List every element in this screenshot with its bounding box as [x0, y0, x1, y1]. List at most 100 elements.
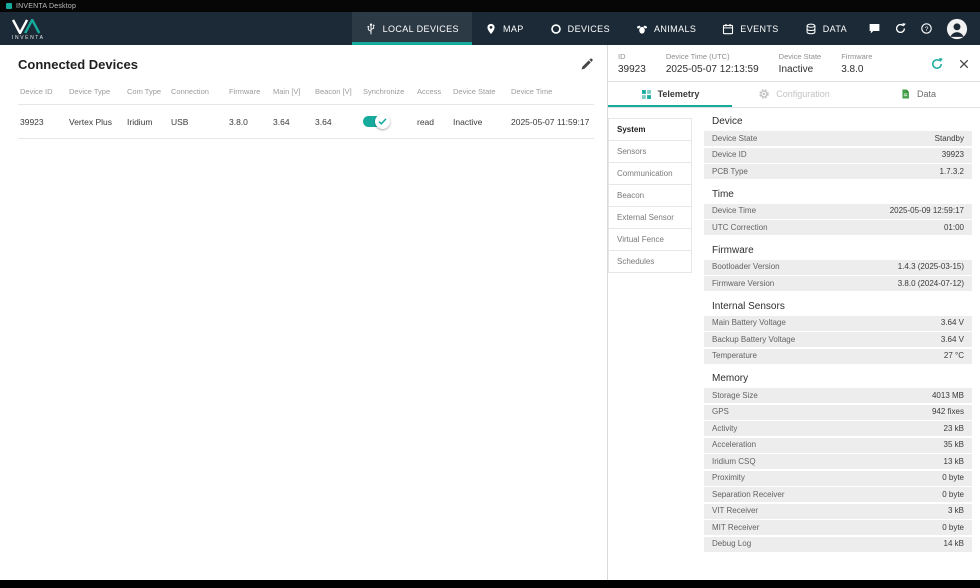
col-device-type: Device Type	[67, 78, 125, 105]
field-value: 1.4.3 (2025-03-15)	[897, 262, 964, 271]
nav-label: ANIMALS	[653, 23, 697, 34]
field-label: Storage Size	[712, 390, 758, 400]
field-value: 14 kB	[943, 539, 964, 548]
col-device-id: Device ID	[18, 78, 67, 105]
col-device-time: Device Time	[509, 78, 594, 105]
sync-button[interactable]	[894, 22, 907, 35]
section-title: Device	[712, 116, 743, 127]
detail-actions	[930, 52, 970, 71]
col-access: Access	[415, 78, 451, 105]
field-label: Bootloader Version	[712, 262, 780, 271]
tab-data[interactable]: Data	[856, 82, 980, 107]
close-icon	[959, 59, 969, 69]
synchronize-toggle[interactable]	[363, 114, 390, 130]
field-row: Iridium CSQ 13 kB	[704, 454, 972, 469]
field-value: 39923	[941, 150, 964, 159]
field-value: 0 byte	[942, 473, 964, 482]
cell-firmware: 3.8.0	[227, 104, 271, 140]
field-id: ID 39923	[618, 52, 646, 75]
field-label: Device Time	[712, 206, 757, 215]
field-label: ID	[618, 52, 626, 61]
field-value: 35 kB	[943, 440, 964, 449]
tab-telemetry[interactable]: Telemetry	[608, 82, 732, 107]
subnav-item-beacon[interactable]: Beacon	[608, 184, 692, 207]
field-device-state: Device State Inactive	[779, 52, 822, 75]
grid-icon	[641, 89, 651, 99]
field-row: Activity 23 kB	[704, 421, 972, 436]
nav-item-data[interactable]: DATA	[792, 12, 860, 45]
field-value: 0 byte	[942, 522, 964, 532]
field-row: Temperature 27 °C	[704, 348, 972, 364]
help-button[interactable]: ?	[920, 22, 933, 35]
subnav-item-schedules[interactable]: Schedules	[608, 250, 692, 273]
field-value: 3 kB	[947, 506, 964, 515]
col-connection: Connection	[169, 78, 227, 105]
field-value: 39923	[618, 64, 646, 75]
field-row: Device State Standby	[704, 131, 972, 146]
cell-access: read	[415, 104, 451, 140]
field-label: GPS	[712, 407, 729, 416]
field-row: Acceleration 35 kB	[704, 437, 972, 453]
refresh-button[interactable]	[930, 57, 944, 71]
nav-item-local-devices[interactable]: LOCAL DEVICES	[351, 12, 472, 45]
device-detail-panel: ID 39923 Device Time (UTC) 2025-05-07 12…	[608, 45, 980, 580]
cell-main-v: 3.64	[271, 104, 313, 140]
field-label: PCB Type	[712, 166, 748, 176]
nav-item-map[interactable]: MAP	[472, 12, 537, 45]
section-device: Device Device State Standby Device ID 39…	[704, 108, 972, 179]
field-value: 13 kB	[943, 456, 964, 466]
brand-logo[interactable]: INVENTA	[0, 12, 57, 45]
field-value: 01:00	[943, 222, 964, 232]
section-firmware: Firmware Bootloader Version 1.4.3 (2025-…	[704, 237, 972, 291]
field-firmware: Firmware 3.8.0	[841, 52, 872, 75]
field-label: Device State	[778, 52, 822, 61]
app-window: INVENTA Desktop INVENTA LOCAL DEVICES MA…	[0, 0, 980, 588]
field-label: Activity	[712, 423, 738, 433]
field-label: Iridium CSQ	[712, 456, 756, 466]
field-value: 0 byte	[942, 489, 964, 499]
close-button[interactable]	[958, 58, 970, 70]
window-title: INVENTA Desktop	[16, 2, 77, 10]
nav-item-events[interactable]: EVENTS	[709, 12, 791, 45]
device-row[interactable]: 39923 Vertex Plus Iridium USB 3.8.0 3.64…	[18, 104, 594, 140]
field-row: GPS 942 fixes	[704, 404, 972, 420]
field-label: Main Battery Voltage	[712, 318, 786, 327]
brand-name: INVENTA	[12, 34, 45, 41]
field-row: Device Time 2025-05-09 12:59:17	[704, 203, 972, 219]
user-avatar[interactable]	[946, 18, 968, 40]
nav-item-devices[interactable]: DEVICES	[537, 12, 623, 45]
refresh-icon	[932, 58, 943, 69]
telemetry-subnav: System Sensors Communication Beacon Exte…	[608, 108, 692, 580]
field-row: Separation Receiver 0 byte	[704, 487, 972, 502]
system-telemetry-content: Device Device State Standby Device ID 39…	[692, 108, 980, 580]
field-value: Inactive	[778, 64, 814, 75]
subnav-item-external-sensor[interactable]: External Sensor	[608, 206, 692, 229]
field-label: Proximity	[712, 473, 745, 482]
edit-button[interactable]	[580, 58, 593, 71]
field-label: Debug Log	[712, 539, 752, 548]
subnav-item-communication[interactable]: Communication	[608, 162, 692, 185]
field-label: Device Time (UTC)	[665, 52, 730, 61]
field-row: Bootloader Version 1.4.3 (2025-03-15)	[704, 259, 972, 275]
field-row: Backup Battery Voltage 3.64 V	[704, 332, 972, 347]
field-label: MIT Receiver	[712, 522, 760, 532]
col-synchronize: Synchronize	[361, 78, 415, 105]
field-device-time-utc: Device Time (UTC) 2025-05-07 12:13:59	[666, 52, 759, 75]
nav-label: LOCAL DEVICES	[382, 23, 459, 34]
animals-icon	[636, 25, 647, 34]
field-value: 23 kB	[943, 423, 964, 433]
field-row: Debug Log 14 kB	[704, 536, 972, 552]
field-label: Device State	[712, 133, 758, 143]
devices-table: Device ID Device Type Com Type Connectio…	[18, 78, 594, 140]
subnav-item-virtual-fence[interactable]: Virtual Fence	[608, 228, 692, 251]
field-value: 3.64 V	[940, 318, 964, 327]
nav-item-animals[interactable]: ANIMALS	[623, 12, 709, 45]
subnav-item-sensors[interactable]: Sensors	[608, 140, 692, 163]
field-label: Firmware	[841, 52, 873, 61]
pencil-icon	[581, 58, 593, 70]
cell-synchronize	[361, 104, 415, 140]
navbar-actions: ?	[860, 12, 980, 45]
tab-configuration[interactable]: Configuration	[732, 82, 856, 107]
messages-button[interactable]	[868, 22, 881, 35]
subnav-item-system[interactable]: System	[608, 118, 692, 141]
